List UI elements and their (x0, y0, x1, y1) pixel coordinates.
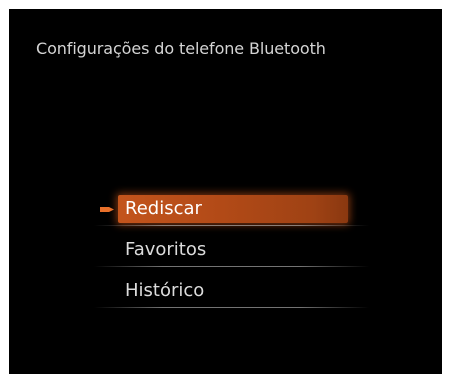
bluetooth-phone-settings-screen: Configurações do telefone Bluetooth Redi… (9, 9, 442, 374)
menu-divider (94, 225, 369, 226)
menu-item-favoritos[interactable]: Favoritos (94, 236, 369, 277)
menu-divider (94, 266, 369, 267)
menu-item-label: Histórico (125, 280, 205, 301)
menu-item-label: Favoritos (125, 239, 207, 260)
menu-item-label: Rediscar (125, 198, 202, 219)
menu-divider (94, 307, 369, 308)
arrow-marker-icon (100, 207, 114, 212)
screen-title: Configurações do telefone Bluetooth (36, 39, 326, 58)
phone-menu: Rediscar Favoritos Histórico (94, 195, 369, 318)
menu-item-historico[interactable]: Histórico (94, 277, 369, 318)
menu-item-rediscar[interactable]: Rediscar (94, 195, 369, 236)
